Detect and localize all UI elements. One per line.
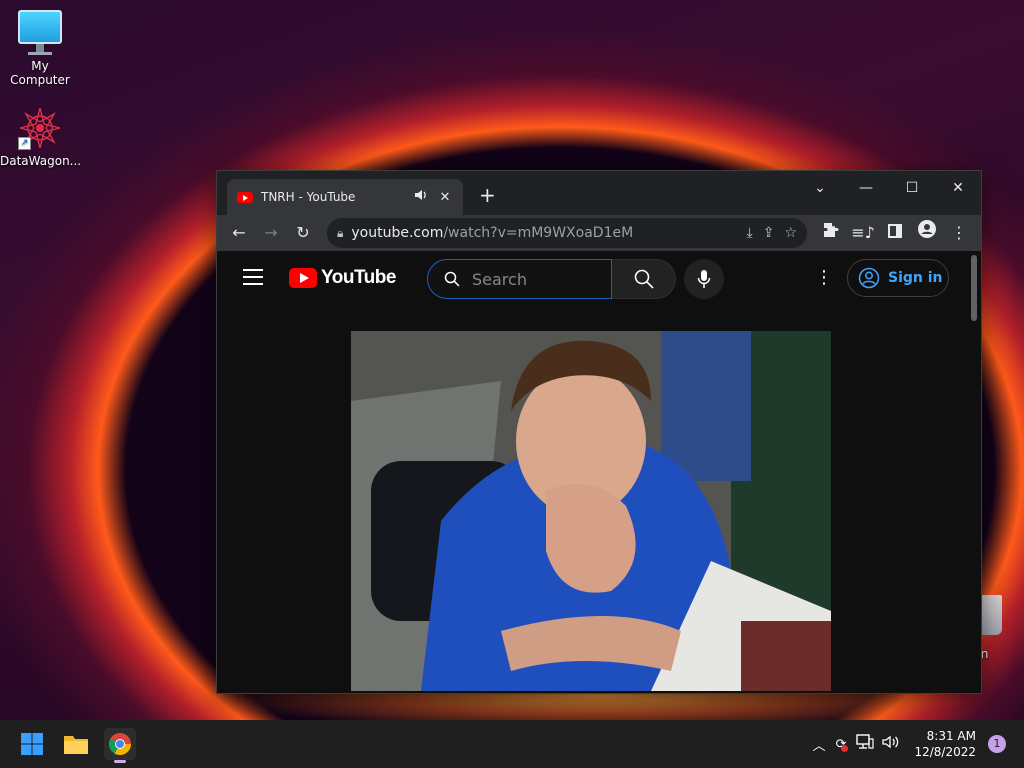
profile-avatar-icon[interactable] <box>913 219 941 247</box>
address-bar[interactable]: 🔒︎ youtube.com/watch?v=mM9WXoaD1eM ⤓ ⇪ ☆ <box>327 218 807 248</box>
desktop-icon-label: DataWagon... <box>0 154 82 168</box>
tab-strip: TNRH - YouTube ✕ + ⌄ — ☐ ✕ <box>217 171 981 215</box>
speaker-icon[interactable] <box>413 189 429 205</box>
side-panel-icon[interactable] <box>881 219 909 247</box>
window-controls: ⌄ — ☐ ✕ <box>797 177 981 199</box>
chrome-icon <box>109 733 131 755</box>
video-player[interactable] <box>351 331 831 691</box>
show-hidden-icons-chevron-icon[interactable]: ︿ <box>813 735 826 754</box>
chrome-taskbar-button[interactable] <box>104 728 136 763</box>
youtube-masthead: YouTube ⋮ Sign in <box>217 251 981 307</box>
datawagon-logo-icon: ↗ <box>18 106 62 150</box>
new-tab-button[interactable]: + <box>479 183 496 207</box>
sync-status-icon[interactable]: ⟳ <box>836 737 849 752</box>
youtube-favicon-icon <box>237 191 253 203</box>
tab-close-button[interactable]: ✕ <box>437 190 453 205</box>
tab-search-chevron-icon[interactable]: ⌄ <box>797 177 843 199</box>
search-input[interactable] <box>472 269 582 289</box>
page-content: YouTube ⋮ Sign in <box>217 251 981 693</box>
media-control-icon[interactable]: ≡♪ <box>849 219 877 247</box>
forward-button[interactable]: → <box>257 219 285 247</box>
desktop-icon-my-computer[interactable]: My Computer <box>0 10 80 87</box>
back-button[interactable]: ← <box>225 219 253 247</box>
bookmark-star-icon[interactable]: ☆ <box>784 225 797 241</box>
settings-kebab-icon[interactable]: ⋮ <box>815 267 833 288</box>
desktop-icon-datawagon[interactable]: ↗ DataWagon... <box>0 106 82 168</box>
computer-icon <box>18 10 62 55</box>
network-icon[interactable] <box>856 734 875 754</box>
url-host: youtube.com <box>351 225 444 241</box>
browser-window[interactable]: TNRH - YouTube ✕ + ⌄ — ☐ ✕ ← → ↻ 🔒︎ yout… <box>216 170 982 694</box>
system-tray: ︿ ⟳ 8:31 AM 12/8/2022 1 <box>813 720 1024 768</box>
youtube-search <box>427 259 676 299</box>
shortcut-arrow-icon: ↗ <box>18 137 31 150</box>
clock-time: 8:31 AM <box>926 729 976 743</box>
desktop-icon-label: My Computer <box>10 59 70 87</box>
sign-in-label: Sign in <box>888 270 943 286</box>
video-frame-illustration <box>351 331 831 691</box>
lock-icon[interactable]: 🔒︎ <box>337 226 343 241</box>
voice-search-button[interactable] <box>684 259 724 299</box>
install-app-icon[interactable]: ⤓ <box>747 225 753 241</box>
active-app-indicator <box>114 760 126 763</box>
tab-youtube[interactable]: TNRH - YouTube ✕ <box>227 179 463 215</box>
reload-button[interactable]: ↻ <box>289 219 317 247</box>
page-scrollbar[interactable] <box>971 255 977 321</box>
url-path: /watch?v=mM9WXoaD1eM <box>443 225 634 241</box>
sign-in-button[interactable]: Sign in <box>847 259 949 297</box>
tab-title: TNRH - YouTube <box>261 190 356 204</box>
account-circle-icon <box>858 267 880 289</box>
youtube-logo[interactable]: YouTube <box>289 267 396 289</box>
browser-toolbar: ← → ↻ 🔒︎ youtube.com/watch?v=mM9WXoaD1eM… <box>217 215 981 251</box>
search-icon <box>634 269 654 289</box>
guide-menu-icon[interactable] <box>243 269 263 290</box>
extensions-puzzle-icon[interactable] <box>817 219 845 247</box>
minimize-button[interactable]: — <box>843 177 889 199</box>
folder-icon <box>64 736 88 754</box>
search-box[interactable] <box>427 259 612 299</box>
system-clock[interactable]: 8:31 AM 12/8/2022 <box>914 728 976 760</box>
start-button[interactable] <box>16 728 48 760</box>
youtube-logo-text: YouTube <box>321 267 396 288</box>
clock-date: 12/8/2022 <box>914 745 976 759</box>
share-icon[interactable]: ⇪ <box>763 225 775 241</box>
windows-logo-icon <box>21 733 43 755</box>
youtube-play-logo-icon <box>289 268 317 288</box>
maximize-button[interactable]: ☐ <box>889 177 935 199</box>
close-window-button[interactable]: ✕ <box>935 177 981 199</box>
notification-badge[interactable]: 1 <box>988 735 1006 753</box>
microphone-icon <box>697 270 711 288</box>
search-button[interactable] <box>612 259 676 299</box>
browser-menu-kebab-icon[interactable]: ⋮ <box>945 219 973 247</box>
search-icon <box>444 271 460 287</box>
taskbar: ︿ ⟳ 8:31 AM 12/8/2022 1 <box>0 720 1024 768</box>
volume-icon[interactable] <box>882 735 900 753</box>
file-explorer-button[interactable] <box>60 728 92 760</box>
